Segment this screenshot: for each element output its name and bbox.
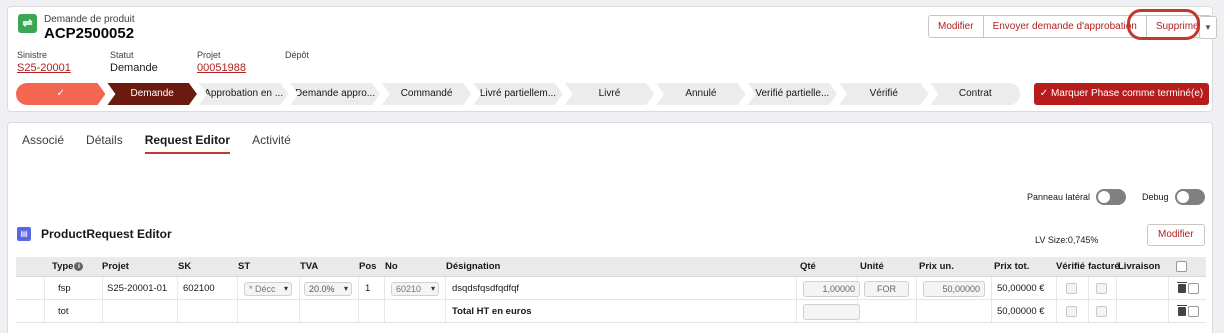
no-select[interactable]: 60210 [391,282,439,296]
editor-title-row: ▤ ProductRequest Editor [17,227,172,241]
path-stage[interactable]: Approbation en ... [199,83,288,105]
col-unite[interactable]: Unité [860,257,884,276]
chevron-down-icon[interactable]: ▼ [1199,16,1217,39]
field-projet: Projet 00051988 [197,50,246,74]
cell-designation: Total HT en euros [452,306,532,317]
status-path: ✓ Demande Approbation en ... Demande appro.… [16,83,1022,105]
mark-complete-button[interactable]: ✓ Marquer Phase comme terminé(e) [1034,83,1209,105]
sinistre-label: Sinistre [17,50,48,60]
path-stage[interactable]: Verifié partielle... [748,83,837,105]
field-depot: Dépôt [285,50,309,62]
table-row: tot Total HT en euros 50,00000 € [16,300,1206,323]
col-prix-tot[interactable]: Prix tot. [994,257,1029,276]
cell-sk: 602100 [183,283,215,294]
col-qte[interactable]: Qté [800,257,816,276]
editor-modifier-button[interactable]: Modifier [1147,224,1205,246]
record-name: ACP2500052 [44,25,135,42]
select-all-checkbox[interactable] [1176,261,1187,272]
qte-total-input[interactable] [803,304,860,320]
tab-bar: Associé Détails Request Editor Activité [22,133,313,154]
tab-d-tails[interactable]: Détails [86,133,123,154]
trash-icon[interactable] [1177,282,1187,293]
col-prix-un[interactable]: Prix un. [919,257,954,276]
sinistre-link[interactable]: S25-20001 [17,62,71,74]
page: ⇌ Demande de produit ACP2500052 Modifier… [0,0,1224,333]
product-request-icon: ⇌ [18,14,37,33]
statut-value: Demande [110,62,158,74]
prix-un-input[interactable]: 50,00000 [923,281,985,297]
panneau-toggle[interactable] [1096,189,1127,205]
row-select-checkbox[interactable] [1188,283,1199,294]
col-verifie[interactable]: Vérifié [1056,257,1085,276]
info-icon[interactable]: i [74,261,84,271]
cell-pos: 1 [365,283,371,294]
cell-prix-tot: 50,00000 € [997,306,1045,317]
product-table: Type i Projet SK ST TVA Pos No Désignatio… [16,257,1206,323]
depot-label: Dépôt [285,50,310,60]
path-stage[interactable]: Demande appro... [290,83,379,105]
envoyer-approbation-button[interactable]: Envoyer demande d'approbation [983,15,1147,38]
cell-type: tot [58,306,69,317]
st-select[interactable]: * Décc [244,282,292,296]
cell-type: fsp [58,283,71,294]
col-designation[interactable]: Désignation [446,257,500,276]
col-no[interactable]: No [385,257,398,276]
modifier-button[interactable]: Modifier [928,15,984,38]
qte-input[interactable]: 1,00000 [803,281,860,297]
tab-request-editor[interactable]: Request Editor [144,133,231,154]
path-stage[interactable]: Vérifié [839,83,928,105]
col-projet[interactable]: Projet [102,257,129,276]
table-row: fsp S25-20001-01 602100 * Décc 20.0% 1 6… [16,277,1206,300]
col-st[interactable]: ST [238,257,250,276]
col-livraison[interactable]: Livraison [1118,257,1160,276]
path-stage[interactable]: Contrat [930,83,1020,105]
facture-checkbox[interactable] [1096,283,1107,294]
object-type-label: Demande de produit [44,14,135,25]
col-sk[interactable]: SK [178,257,191,276]
tab-activit-[interactable]: Activité [252,133,291,154]
tab-associ-[interactable]: Associé [22,133,64,154]
field-statut: Statut Demande [110,50,158,74]
unite-input[interactable]: FOR [864,281,909,297]
trash-icon[interactable] [1177,305,1187,316]
debug-toggle-row: Debug [1142,189,1205,205]
editor-icon: ▤ [17,227,31,241]
cell-projet: S25-20001-01 [107,283,168,294]
path-stage[interactable]: ✓ [16,83,105,105]
field-sinistre: Sinistre S25-20001 [17,50,71,74]
col-tva[interactable]: TVA [300,257,318,276]
table-header-row: Type i Projet SK ST TVA Pos No Désignatio… [16,257,1206,277]
path-stage[interactable]: Commandé [382,83,471,105]
path-stage[interactable]: Demande [107,83,196,105]
editor-title: ProductRequest Editor [41,227,172,241]
projet-label: Projet [197,50,221,60]
row-select-checkbox[interactable] [1188,306,1199,317]
cell-designation: dsqdsfqsdfqdfqf [452,283,520,294]
statut-label: Statut [110,50,134,60]
tva-select[interactable]: 20.0% [304,282,352,296]
main-card: Associé Détails Request Editor Activité Pan… [7,122,1213,333]
lv-size: LV Size:0,745% [1035,235,1099,245]
path-stage[interactable]: Annulé [656,83,745,105]
verifie-checkbox[interactable] [1066,283,1077,294]
debug-label: Debug [1142,192,1169,202]
action-buttons: Modifier Envoyer demande d'approbation S… [928,15,1212,38]
path-stage[interactable]: Livré [565,83,654,105]
col-type-label: Type [52,261,74,272]
debug-toggle[interactable] [1174,189,1205,205]
projet-link[interactable]: 00051988 [197,62,246,74]
verifie-checkbox[interactable] [1066,306,1077,317]
cell-prix-tot: 50,00000 € [997,283,1045,294]
panneau-label: Panneau latéral [1027,192,1091,202]
panneau-toggle-row: Panneau latéral [1027,189,1127,205]
col-pos[interactable]: Pos [359,257,376,276]
col-type[interactable]: Type i [52,257,84,276]
path-stage[interactable]: Livré partiellem... [473,83,562,105]
facture-checkbox[interactable] [1096,306,1107,317]
col-facture[interactable]: facturé [1088,257,1120,276]
